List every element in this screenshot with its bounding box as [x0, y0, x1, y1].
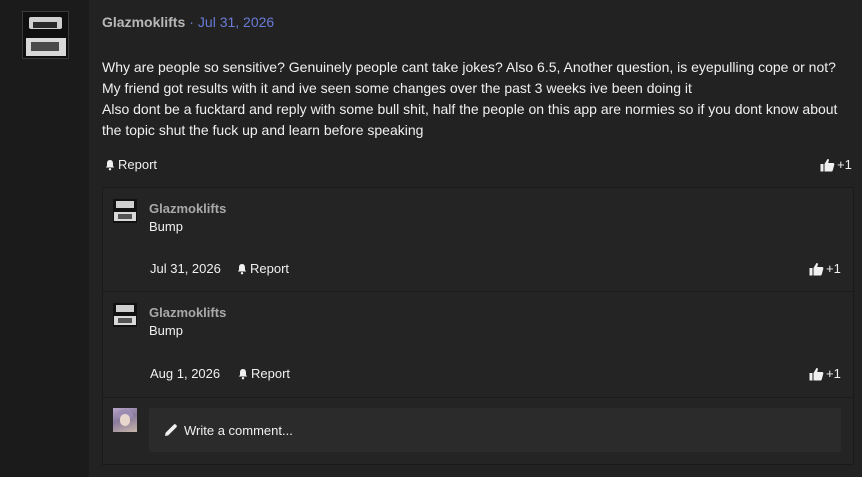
reply-date: Aug 1, 2026 — [150, 366, 221, 381]
reply-date: Jul 31, 2026 — [150, 261, 221, 276]
post-body-paragraph: Why are people so sensitive? Genuinely p… — [102, 59, 836, 96]
like-button[interactable]: +1 — [809, 366, 841, 381]
report-button[interactable]: Report — [237, 366, 290, 381]
post-header: Glazmoklifts · Jul 31, 2026 — [102, 14, 274, 30]
report-button[interactable]: Report — [104, 157, 157, 172]
post-body: Why are people so sensitive? Genuinely p… — [102, 57, 850, 141]
header-separator: · — [189, 14, 194, 30]
post-author[interactable]: Glazmoklifts — [102, 14, 185, 30]
report-button[interactable]: Report — [236, 261, 289, 276]
reply-avatar[interactable] — [113, 303, 137, 327]
report-label: Report — [118, 157, 158, 172]
thumbs-up-icon — [820, 158, 835, 171]
reply-author[interactable]: Glazmoklifts — [149, 201, 226, 216]
like-count: +1 — [826, 261, 841, 276]
bell-icon — [237, 263, 247, 274]
comment-input[interactable]: Write a comment... — [149, 408, 841, 452]
report-label: Report — [251, 366, 291, 381]
report-label: Report — [250, 261, 290, 276]
post-date[interactable]: Jul 31, 2026 — [198, 14, 274, 30]
current-user-avatar — [113, 408, 137, 432]
reply-text: Bump — [149, 323, 183, 338]
left-rail — [0, 0, 89, 477]
thumbs-up-icon — [809, 367, 824, 380]
avatar[interactable] — [22, 11, 69, 59]
like-button[interactable]: +1 — [809, 261, 841, 276]
reply-divider — [103, 291, 853, 292]
bell-icon — [105, 159, 115, 170]
like-button[interactable]: +1 — [820, 157, 852, 172]
reply-avatar[interactable] — [113, 199, 137, 223]
thumbs-up-icon — [809, 262, 824, 275]
reply-author[interactable]: Glazmoklifts — [149, 305, 226, 320]
comment-placeholder: Write a comment... — [184, 422, 293, 438]
bell-icon — [238, 368, 248, 379]
post-body-paragraph: Also dont be a fucktard and reply with s… — [102, 101, 838, 138]
like-count: +1 — [837, 157, 852, 172]
pencil-icon — [165, 424, 177, 436]
like-count: +1 — [826, 366, 841, 381]
avatar-image — [23, 12, 68, 58]
reply-divider — [103, 397, 853, 398]
reply-text: Bump — [149, 219, 183, 234]
